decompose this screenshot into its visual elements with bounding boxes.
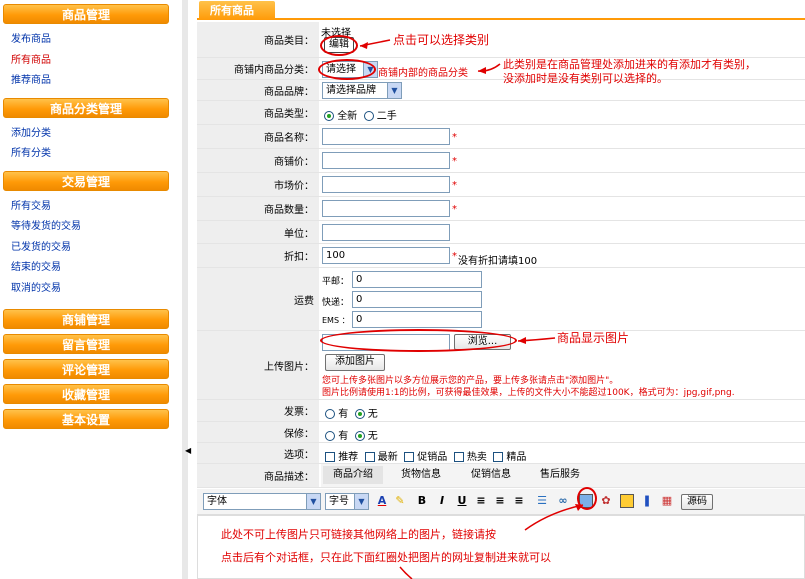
annotation-text: 点击后有个对话框，只在此下面红圈处把图片的网址复制进来就可以 <box>221 551 551 564</box>
annotation-arrows <box>359 39 584 579</box>
annotation-text: 没添加时是没有类别可以选择的。 <box>503 72 668 85</box>
annotation-text: 商品显示图片 <box>557 331 630 345</box>
annotation-text: 点击可以选择类别 <box>393 33 490 47</box>
annotation-text: 此处不可上传图片只可链接其他网络上的图片，链接请按 <box>221 528 496 541</box>
